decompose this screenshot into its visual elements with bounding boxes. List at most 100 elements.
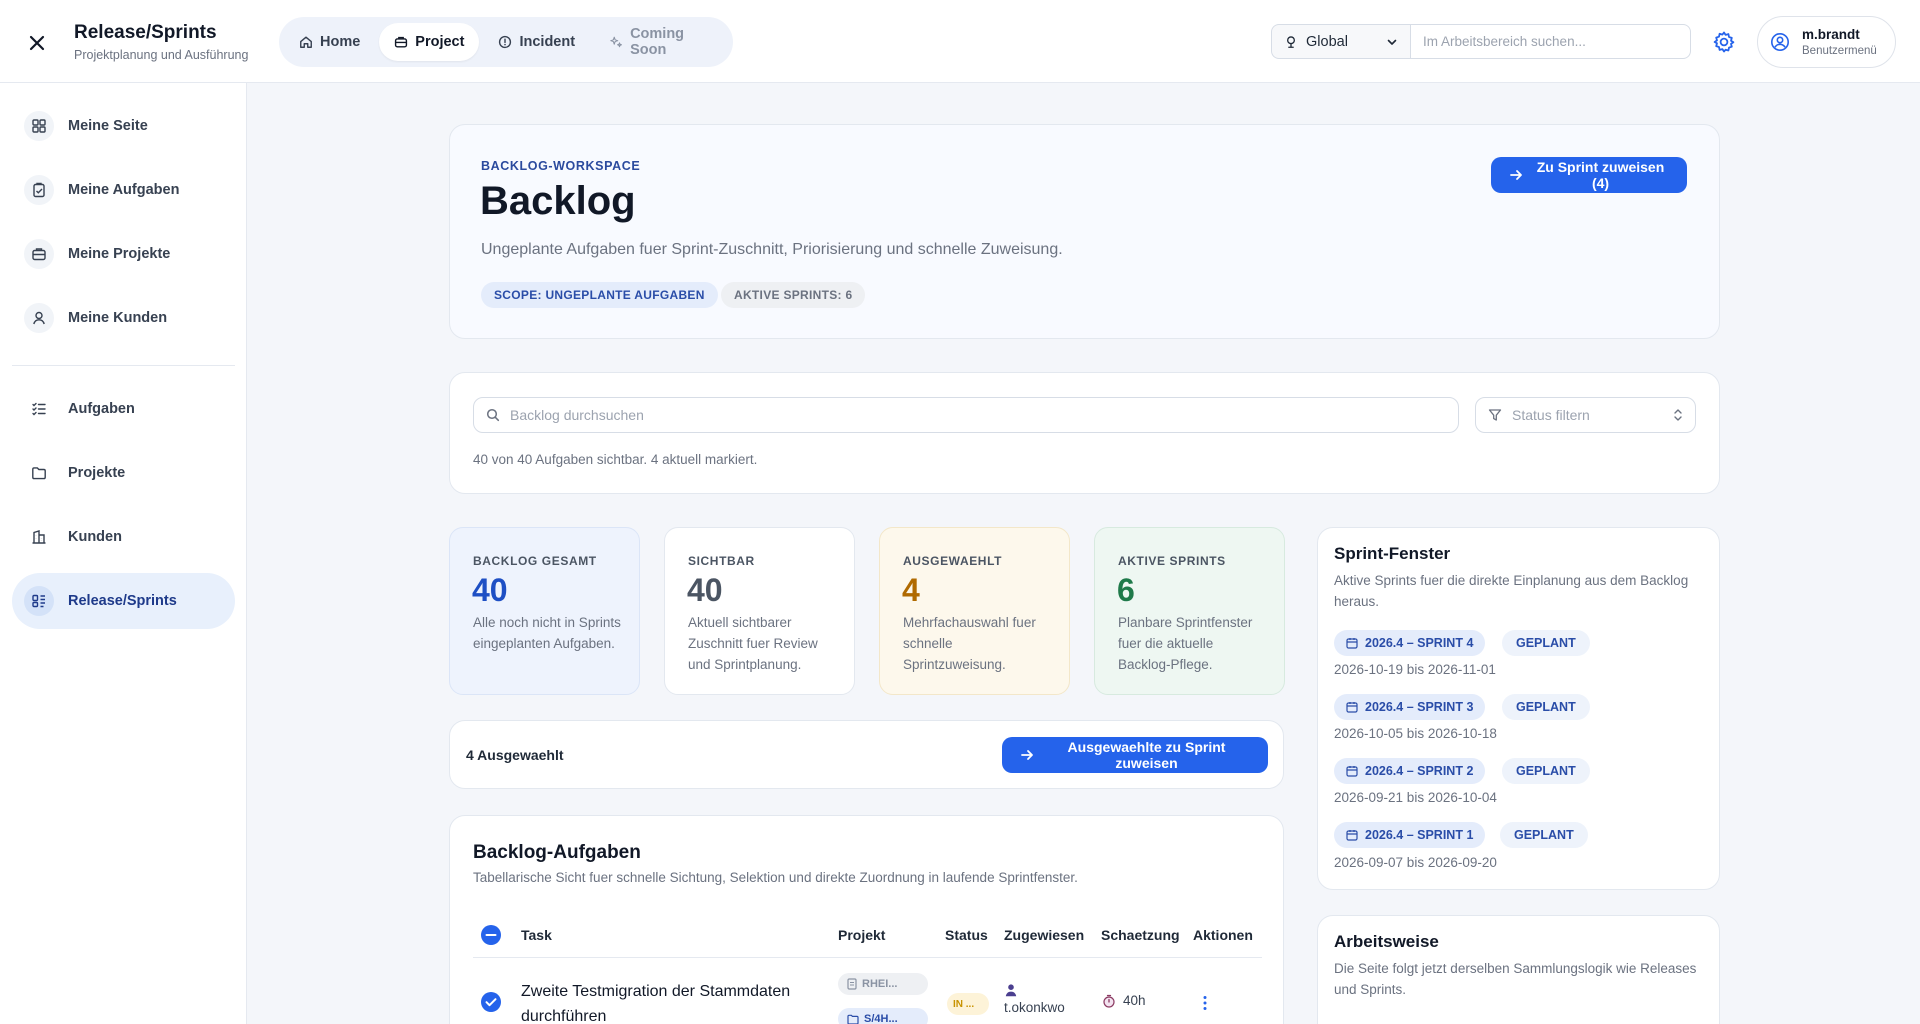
sidebar-item-meine-aufgaben[interactable]: Meine Aufgaben xyxy=(12,162,235,218)
clipboard-check-icon xyxy=(24,175,54,205)
sprint-window-panel: Sprint-Fenster Aktive Sprints fuer die d… xyxy=(1317,527,1720,890)
sidebar-item-label: Projekte xyxy=(68,465,126,481)
select-all-checkbox[interactable] xyxy=(481,925,501,945)
column-header-assignee[interactable]: Zugewiesen xyxy=(1004,927,1084,943)
arrow-right-icon xyxy=(1509,168,1523,182)
user-menu[interactable]: m.brandt Benutzermenü xyxy=(1757,16,1896,68)
backlog-search-input[interactable] xyxy=(510,407,1410,423)
building-icon xyxy=(24,522,54,552)
sidebar-item-label: Release/Sprints xyxy=(68,593,177,609)
scope-value: Global xyxy=(1306,33,1348,50)
column-header-project[interactable]: Projekt xyxy=(838,927,885,943)
sprint-name: 2026.4 – SPRINT 2 xyxy=(1365,764,1474,778)
dashboard-icon xyxy=(24,111,54,141)
arrow-right-icon xyxy=(1020,748,1034,762)
sprint-dates: 2026-10-19 bis 2026-11-01 xyxy=(1334,662,1496,677)
selection-bar: 4 Ausgewaehlt Ausgewaehlte zu Sprint zuw… xyxy=(449,720,1284,789)
tab-coming-soon-label: Coming Soon xyxy=(630,26,685,58)
sidebar-item-release-sprints[interactable]: Release/Sprints xyxy=(12,573,235,629)
tab-home[interactable]: Home xyxy=(284,23,375,61)
column-header-actions: Aktionen xyxy=(1193,927,1253,943)
filter-icon xyxy=(1488,408,1502,422)
stat-value: 6 xyxy=(1117,572,1135,608)
sprint-state-badge: GEPLANT xyxy=(1502,694,1590,720)
sprint-state-badge: GEPLANT xyxy=(1502,758,1590,784)
app-subtitle: Projektplanung und Ausführung xyxy=(74,48,249,62)
briefcase-icon xyxy=(394,35,408,49)
assign-selected-button[interactable]: Ausgewaehlte zu Sprint zuweisen xyxy=(1002,737,1268,773)
sprint-chip[interactable]: 2026.4 – SPRINT 2 xyxy=(1334,758,1486,784)
sprint-name: 2026.4 – SPRINT 4 xyxy=(1365,636,1474,650)
sprint-chip[interactable]: 2026.4 – SPRINT 3 xyxy=(1334,694,1486,720)
sidebar-item-meine-seite[interactable]: Meine Seite xyxy=(12,98,235,154)
stat-card-selected: AUSGEWAEHLT 4 Mehrfachauswahl fuer schne… xyxy=(879,527,1070,695)
project-chip[interactable]: RHEI... xyxy=(838,973,928,995)
scope-select[interactable]: Global xyxy=(1271,24,1410,59)
close-icon[interactable] xyxy=(24,30,50,56)
backlog-search-field[interactable] xyxy=(473,397,1459,433)
column-header-task[interactable]: Task xyxy=(521,927,552,943)
sidebar-item-projekte[interactable]: Projekte xyxy=(12,445,235,501)
folder-icon xyxy=(24,458,54,488)
search-icon xyxy=(486,408,500,422)
stat-label: AKTIVE SPRINTS xyxy=(1118,554,1226,568)
sidebar-item-kunden[interactable]: Kunden xyxy=(12,509,235,565)
assignee[interactable]: t.okonkwo xyxy=(1004,983,1065,1015)
app-title: Release/Sprints xyxy=(74,22,217,43)
calendar-icon xyxy=(1346,765,1358,777)
project-name: RHEI... xyxy=(862,978,898,990)
sprint-dates: 2026-10-05 bis 2026-10-18 xyxy=(1334,726,1497,741)
sidebar-item-label: Meine Aufgaben xyxy=(68,182,180,198)
sidebar-divider xyxy=(12,365,235,366)
row-checkbox[interactable] xyxy=(481,992,501,1012)
tab-incident-label: Incident xyxy=(519,34,576,50)
stat-label: AUSGEWAEHLT xyxy=(903,554,1003,568)
sprint-chip[interactable]: 2026.4 – SPRINT 1 xyxy=(1334,822,1486,848)
column-header-estimate[interactable]: Schaetzung xyxy=(1101,927,1180,943)
sprint-state-badge: GEPLANT xyxy=(1500,822,1588,848)
document-icon xyxy=(847,978,857,990)
panel-title: Sprint-Fenster xyxy=(1334,544,1451,563)
tab-incident[interactable]: Incident xyxy=(483,23,590,61)
status-filter-select[interactable]: Status filtern xyxy=(1475,397,1696,433)
calendar-icon xyxy=(1346,829,1358,841)
tab-project[interactable]: Project xyxy=(379,23,480,61)
estimate: 40h xyxy=(1102,993,1146,1008)
sidebar-item-meine-kunden[interactable]: Meine Kunden xyxy=(12,290,235,346)
sidebar-item-aufgaben[interactable]: Aufgaben xyxy=(12,381,235,437)
more-vertical-icon[interactable] xyxy=(1195,993,1215,1013)
sidebar: Meine Seite Meine Aufgaben Meine Projekt… xyxy=(0,83,247,1024)
assignee-name: t.okonkwo xyxy=(1004,1000,1065,1015)
sprint-chip[interactable]: 2026.4 – SPRINT 4 xyxy=(1334,630,1486,656)
stat-description: Aktuell sichtbarer Zuschnitt fuer Review… xyxy=(688,615,818,672)
user-avatar-icon xyxy=(1768,30,1792,54)
user-icon xyxy=(24,303,54,333)
briefcase-icon xyxy=(24,239,54,269)
tab-project-label: Project xyxy=(415,34,465,50)
assign-to-sprint-button[interactable]: Zu Sprint zuweisen (4) xyxy=(1491,157,1687,193)
assign-selected-label: Ausgewaehlte zu Sprint zuweisen xyxy=(1067,739,1226,771)
tab-coming-soon[interactable]: Coming Soon xyxy=(594,23,728,61)
sidebar-item-label: Meine Seite xyxy=(68,118,148,134)
column-header-status[interactable]: Status xyxy=(945,927,988,943)
sidebar-item-label: Aufgaben xyxy=(68,401,135,417)
sprint-state-badge: GEPLANT xyxy=(1502,630,1590,656)
panel-subtitle: Die Seite folgt jetzt derselben Sammlung… xyxy=(1334,961,1697,997)
stat-description: Planbare Sprintfenster fuer die aktuelle… xyxy=(1118,615,1253,672)
stat-label: BACKLOG GESAMT xyxy=(473,554,597,568)
sparkle-icon xyxy=(609,35,623,49)
stat-value: 40 xyxy=(472,572,508,608)
chevron-down-icon xyxy=(1386,36,1398,48)
sprint-dates: 2026-09-07 bis 2026-09-20 xyxy=(1334,855,1497,870)
task-title[interactable]: Zweite Testmigration der Stammdaten durc… xyxy=(521,979,821,1024)
panel-title: Arbeitsweise xyxy=(1334,932,1439,951)
workspace-search-input[interactable] xyxy=(1410,24,1691,59)
sidebar-item-label: Meine Kunden xyxy=(68,310,168,326)
sidebar-item-meine-projekte[interactable]: Meine Projekte xyxy=(12,226,235,282)
stat-description: Alle noch nicht in Sprints eingeplanten … xyxy=(473,615,621,651)
filter-panel: Status filtern 40 von 40 Aufgaben sichtb… xyxy=(449,372,1720,494)
project-code-chip[interactable]: S/4H... xyxy=(838,1008,928,1024)
sidebar-item-label: Meine Projekte xyxy=(68,246,171,262)
gear-icon[interactable] xyxy=(1710,28,1738,56)
stat-card-visible: SICHTBAR 40 Aktuell sichtbarer Zuschnitt… xyxy=(664,527,855,695)
